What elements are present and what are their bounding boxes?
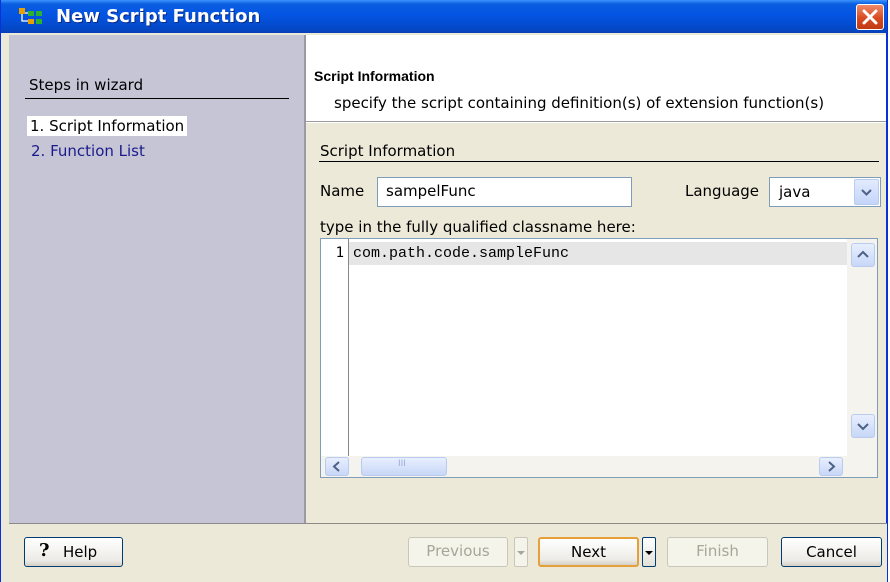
code-line-current[interactable]: com.path.code.sampleFunc bbox=[349, 242, 848, 265]
name-label: Name bbox=[320, 182, 365, 200]
step-script-information: 1. Script Information bbox=[27, 116, 188, 136]
finish-label: Finish bbox=[696, 542, 739, 560]
close-icon bbox=[862, 9, 878, 25]
scroll-down-button[interactable] bbox=[851, 414, 875, 438]
steps-divider bbox=[25, 98, 289, 99]
chevron-down-icon bbox=[857, 423, 869, 431]
close-button[interactable] bbox=[856, 4, 884, 30]
classname-hint: type in the fully qualified classname he… bbox=[320, 218, 636, 236]
chevron-right-icon bbox=[828, 461, 836, 472]
code-text: com.path.code.sampleFunc bbox=[353, 245, 570, 262]
group-divider bbox=[319, 161, 879, 162]
previous-dropdown-button[interactable] bbox=[514, 537, 528, 567]
steps-heading: Steps in wizard bbox=[29, 76, 144, 94]
name-input[interactable]: sampelFunc bbox=[377, 177, 632, 207]
language-value: java bbox=[779, 183, 811, 201]
cancel-button[interactable]: Cancel bbox=[781, 537, 882, 567]
help-label: Help bbox=[63, 543, 98, 561]
scroll-grip: III bbox=[398, 459, 406, 469]
next-label: Next bbox=[571, 543, 606, 561]
steps-panel-top bbox=[9, 35, 304, 65]
wizard-tree-icon bbox=[19, 8, 43, 26]
previous-button[interactable]: Previous bbox=[408, 537, 508, 567]
chevron-down-icon bbox=[517, 551, 525, 555]
cancel-label: Cancel bbox=[806, 543, 857, 561]
language-label: Language bbox=[685, 182, 760, 200]
scrollbar-thumb[interactable]: III bbox=[361, 457, 447, 476]
chevron-up-icon bbox=[857, 250, 869, 258]
previous-label: Previous bbox=[426, 542, 490, 560]
help-button[interactable]: ? Help bbox=[24, 537, 123, 567]
chevron-left-icon bbox=[332, 461, 340, 472]
scroll-up-button[interactable] bbox=[851, 243, 875, 267]
scroll-left-button[interactable] bbox=[325, 457, 349, 476]
line-number: 1 bbox=[335, 245, 344, 261]
script-editor[interactable]: 1 com.path.code.sampleFunc III bbox=[320, 238, 878, 478]
vertical-scrollbar[interactable] bbox=[847, 239, 877, 456]
chevron-down-icon bbox=[645, 551, 653, 555]
line-number-gutter: 1 bbox=[321, 239, 349, 457]
chevron-down-icon[interactable] bbox=[854, 179, 879, 205]
next-dropdown-button[interactable] bbox=[642, 537, 656, 567]
scroll-right-button[interactable] bbox=[819, 457, 843, 476]
language-select[interactable]: java bbox=[769, 177, 881, 207]
horizontal-scrollbar[interactable]: III bbox=[321, 456, 877, 477]
finish-button[interactable]: Finish bbox=[667, 537, 768, 567]
step-subtitle: specify the script containing definition… bbox=[334, 94, 825, 112]
question-mark-icon: ? bbox=[39, 540, 50, 561]
group-title: Script Information bbox=[320, 142, 456, 160]
step-title: Script Information bbox=[314, 68, 435, 84]
step-function-list: 2. Function List bbox=[31, 142, 145, 160]
window-title: New Script Function bbox=[56, 6, 261, 27]
wizard-window: New Script Function Steps in wizard 1. S… bbox=[0, 0, 888, 582]
next-button[interactable]: Next bbox=[538, 537, 639, 567]
title-bar[interactable]: New Script Function bbox=[1, 0, 887, 33]
header-divider bbox=[306, 121, 886, 122]
